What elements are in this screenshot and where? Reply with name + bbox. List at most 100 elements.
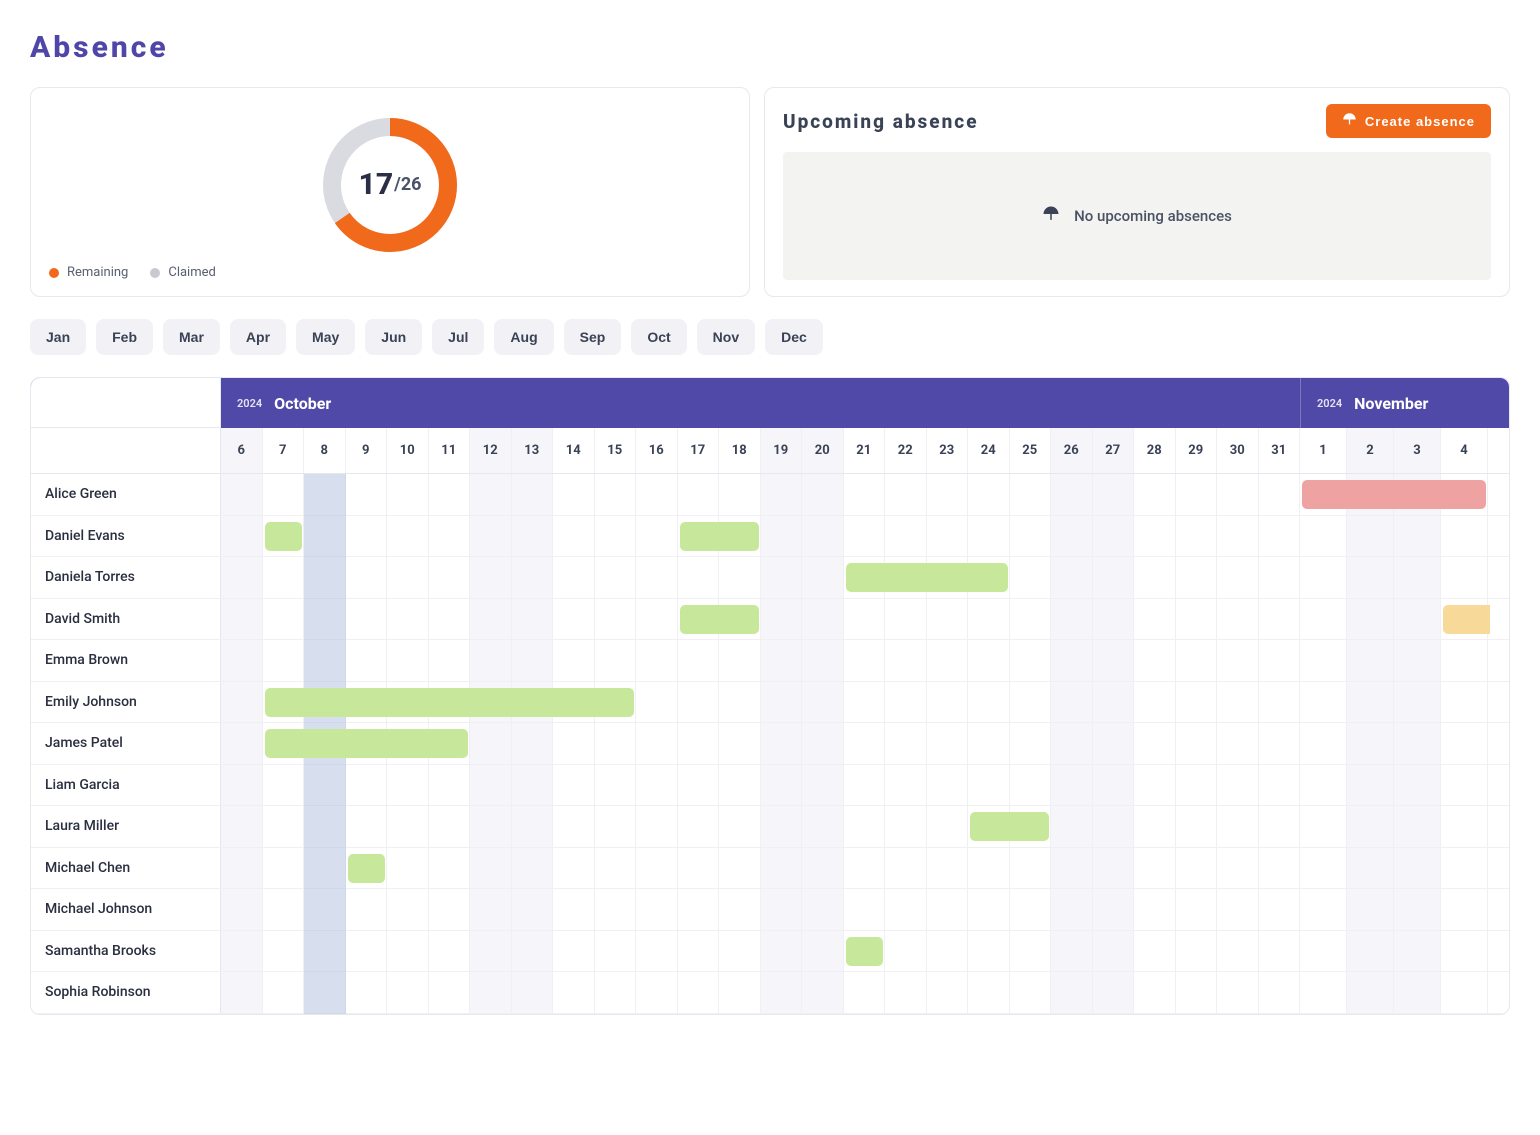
grid-cell[interactable] xyxy=(1176,640,1218,681)
grid-cell[interactable] xyxy=(1051,972,1093,1013)
absence-bar[interactable] xyxy=(265,729,469,758)
grid-cell[interactable] xyxy=(387,848,429,889)
grid-cell[interactable] xyxy=(885,972,927,1013)
grid-cell[interactable] xyxy=(927,765,969,806)
grid-cell[interactable] xyxy=(1347,848,1394,889)
grid-cell[interactable] xyxy=(968,474,1010,515)
grid-cell[interactable] xyxy=(512,474,554,515)
grid-cell[interactable] xyxy=(1134,516,1176,557)
grid-cell[interactable] xyxy=(719,723,761,764)
grid-cell[interactable] xyxy=(263,889,305,930)
grid-cell[interactable] xyxy=(1010,557,1052,598)
grid-cell[interactable] xyxy=(1259,723,1301,764)
grid-cell[interactable] xyxy=(1300,972,1347,1013)
grid-cell[interactable] xyxy=(719,765,761,806)
grid-cell[interactable] xyxy=(470,931,512,972)
grid-cell[interactable] xyxy=(885,723,927,764)
grid-cell[interactable] xyxy=(802,765,844,806)
absence-bar[interactable] xyxy=(970,812,1049,841)
grid-cell[interactable] xyxy=(885,516,927,557)
grid-cell[interactable] xyxy=(968,516,1010,557)
grid-cell[interactable] xyxy=(885,765,927,806)
grid-cell[interactable] xyxy=(1259,682,1301,723)
grid-cell[interactable] xyxy=(802,931,844,972)
grid-cell[interactable] xyxy=(553,557,595,598)
grid-cell[interactable] xyxy=(1093,931,1135,972)
grid-cell[interactable] xyxy=(512,931,554,972)
grid-cell[interactable] xyxy=(1010,889,1052,930)
grid-cell[interactable] xyxy=(719,474,761,515)
grid-cell[interactable] xyxy=(1441,848,1488,889)
grid-cell[interactable] xyxy=(595,931,637,972)
grid-cell[interactable] xyxy=(636,889,678,930)
grid-cell[interactable] xyxy=(387,889,429,930)
grid-cell[interactable] xyxy=(387,516,429,557)
grid-cell[interactable] xyxy=(761,640,803,681)
grid-cell[interactable] xyxy=(1300,765,1347,806)
grid-cell[interactable] xyxy=(927,889,969,930)
grid-cell[interactable] xyxy=(678,806,720,847)
grid-cell[interactable] xyxy=(1134,640,1176,681)
grid-cell[interactable] xyxy=(1300,723,1347,764)
grid-cell[interactable] xyxy=(844,516,886,557)
grid-cell[interactable] xyxy=(1176,474,1218,515)
grid-cell[interactable] xyxy=(927,599,969,640)
grid-cell[interactable] xyxy=(1347,599,1394,640)
grid-cell[interactable] xyxy=(595,972,637,1013)
grid-cell[interactable] xyxy=(470,765,512,806)
grid-cell[interactable] xyxy=(387,806,429,847)
grid-cell[interactable] xyxy=(968,682,1010,723)
grid-cell[interactable] xyxy=(927,972,969,1013)
grid-cell[interactable] xyxy=(1259,972,1301,1013)
grid-cell[interactable] xyxy=(1217,516,1259,557)
grid-cell[interactable] xyxy=(1010,848,1052,889)
grid-cell[interactable] xyxy=(346,640,388,681)
grid-cell[interactable] xyxy=(304,640,346,681)
grid-cell[interactable] xyxy=(512,765,554,806)
grid-cell[interactable] xyxy=(263,557,305,598)
grid-cell[interactable] xyxy=(1051,931,1093,972)
month-chip-mar[interactable]: Mar xyxy=(163,319,220,355)
grid-cell[interactable] xyxy=(221,682,263,723)
grid-cell[interactable] xyxy=(1347,806,1394,847)
grid-cell[interactable] xyxy=(1394,723,1441,764)
grid-cell[interactable] xyxy=(927,516,969,557)
grid-cell[interactable] xyxy=(346,806,388,847)
grid-cell[interactable] xyxy=(429,640,471,681)
grid-cell[interactable] xyxy=(346,474,388,515)
grid-cell[interactable] xyxy=(1347,972,1394,1013)
grid-cell[interactable] xyxy=(885,806,927,847)
grid-cell[interactable] xyxy=(636,848,678,889)
grid-cell[interactable] xyxy=(719,889,761,930)
grid-cell[interactable] xyxy=(1176,682,1218,723)
grid-cell[interactable] xyxy=(678,931,720,972)
grid-cell[interactable] xyxy=(1441,889,1488,930)
grid-cell[interactable] xyxy=(1093,765,1135,806)
absence-bar[interactable] xyxy=(1302,480,1486,509)
grid-cell[interactable] xyxy=(1134,765,1176,806)
absence-bar[interactable] xyxy=(1443,605,1490,634)
grid-cell[interactable] xyxy=(1347,889,1394,930)
grid-cell[interactable] xyxy=(1093,516,1135,557)
grid-cell[interactable] xyxy=(221,723,263,764)
grid-cell[interactable] xyxy=(304,599,346,640)
grid-cell[interactable] xyxy=(429,972,471,1013)
grid-cell[interactable] xyxy=(221,972,263,1013)
grid-cell[interactable] xyxy=(968,765,1010,806)
grid-cell[interactable] xyxy=(636,474,678,515)
month-chip-jul[interactable]: Jul xyxy=(432,319,484,355)
grid-cell[interactable] xyxy=(844,599,886,640)
grid-cell[interactable] xyxy=(1176,848,1218,889)
grid-cell[interactable] xyxy=(1051,599,1093,640)
month-chip-feb[interactable]: Feb xyxy=(96,319,153,355)
grid-cell[interactable] xyxy=(387,765,429,806)
grid-cell[interactable] xyxy=(553,806,595,847)
grid-cell[interactable] xyxy=(221,931,263,972)
grid-cell[interactable] xyxy=(1441,723,1488,764)
absence-bar[interactable] xyxy=(265,688,635,717)
grid-cell[interactable] xyxy=(553,516,595,557)
grid-cell[interactable] xyxy=(719,806,761,847)
grid-cell[interactable] xyxy=(429,516,471,557)
grid-cell[interactable] xyxy=(1010,640,1052,681)
grid-cell[interactable] xyxy=(1134,682,1176,723)
